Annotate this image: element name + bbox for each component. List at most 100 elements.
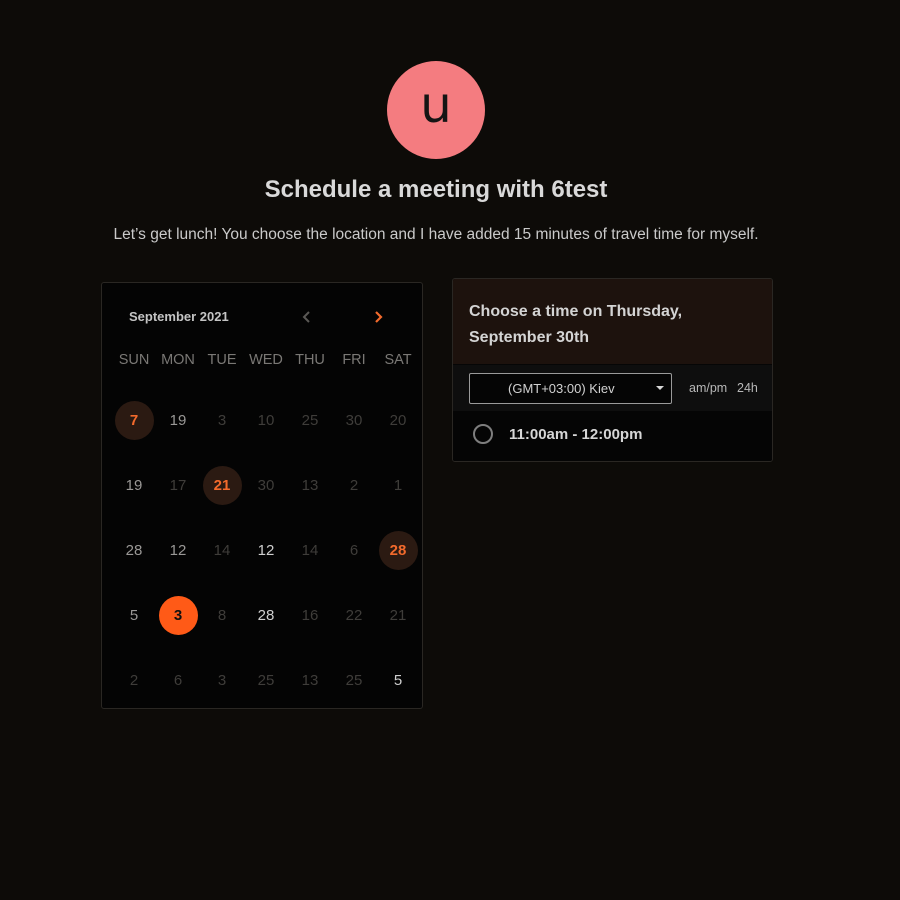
avatar: u (387, 61, 485, 159)
calendar-day: 25 (332, 648, 376, 713)
calendar-day-label: 7 (114, 401, 154, 440)
calendar-day-label: 28 (125, 542, 143, 559)
calendar-day-label: 25 (345, 672, 363, 689)
calendar-day-label: 21 (202, 466, 242, 505)
calendar-day-label: 17 (169, 477, 187, 494)
calendar-day[interactable]: 5 (376, 648, 420, 713)
calendar-day-label: 2 (349, 477, 359, 494)
caret-down-icon (656, 386, 664, 390)
chevron-left-icon (302, 311, 310, 323)
calendar-day: 30 (244, 453, 288, 518)
weekday-label: SUN (118, 352, 150, 368)
calendar-day[interactable]: 19 (156, 388, 200, 453)
calendar-day: 22 (332, 583, 376, 648)
timezone-select[interactable]: (GMT+03:00) Kiev (469, 373, 672, 404)
calendar-day-label: 1 (393, 477, 403, 494)
calendar-day-label: 16 (301, 607, 319, 624)
chevron-right-icon (375, 311, 383, 323)
calendar-day: 1 (376, 453, 420, 518)
calendar-day: 6 (156, 648, 200, 713)
calendar-day[interactable]: 19 (112, 453, 156, 518)
previous-month-button[interactable] (295, 305, 319, 329)
calendar-day[interactable]: 28 (112, 518, 156, 583)
weekday-label: WED (249, 352, 283, 368)
format-24h-toggle[interactable]: 24h (737, 381, 758, 395)
calendar-day-label: 6 (173, 672, 183, 689)
calendar-day-label: 21 (389, 607, 407, 624)
calendar-day[interactable]: 28 (244, 583, 288, 648)
calendar-day-label: 25 (257, 672, 275, 689)
calendar-day-label: 25 (301, 412, 319, 429)
calendar-day-selected[interactable]: 3 (156, 583, 200, 648)
calendar-day: 30 (332, 388, 376, 453)
radio-icon (473, 424, 493, 444)
calendar-month-label: September 2021 (129, 309, 229, 324)
calendar-day[interactable]: 21 (200, 453, 244, 518)
calendar-day: 21 (376, 583, 420, 648)
calendar-day-label: 19 (169, 412, 187, 429)
calendar-day-label: 14 (301, 542, 319, 559)
calendar-day[interactable]: 28 (376, 518, 420, 583)
calendar-day: 2 (112, 648, 156, 713)
calendar-day: 8 (200, 583, 244, 648)
meeting-description: Let’s get lunch! You choose the location… (113, 226, 759, 243)
calendar-day: 10 (244, 388, 288, 453)
calendar-day-label: 28 (378, 531, 418, 570)
weekday-label: TUE (207, 352, 237, 368)
time-picker-header: Choose a time on Thursday, September 30t… (453, 279, 772, 364)
weekday-label: MON (161, 352, 195, 368)
calendar-day-label: 30 (257, 477, 275, 494)
calendar-day[interactable]: 7 (112, 388, 156, 453)
weekday-label: THU (295, 352, 325, 368)
calendar-day-label: 3 (217, 672, 227, 689)
calendar-day: 25 (244, 648, 288, 713)
calendar-day-label: 28 (257, 607, 275, 624)
calendar-day: 13 (288, 453, 332, 518)
calendar-day-label: 5 (129, 607, 139, 624)
calendar-day: 17 (156, 453, 200, 518)
calendar-day: 14 (200, 518, 244, 583)
time-picker: Choose a time on Thursday, September 30t… (452, 278, 773, 462)
calendar-day-label: 6 (349, 542, 359, 559)
calendar-day-label: 30 (345, 412, 363, 429)
calendar-day: 25 (288, 388, 332, 453)
calendar-day-label: 5 (393, 672, 403, 689)
calendar-day-label: 10 (257, 412, 275, 429)
time-slot[interactable]: 11:00am - 12:00pm (453, 411, 772, 461)
calendar-day[interactable]: 12 (244, 518, 288, 583)
weekday-label: SAT (384, 352, 412, 368)
time-slot-label: 11:00am - 12:00pm (509, 426, 643, 443)
calendar-days-grid: 7 19 3 10 25 30 20 19 17 21 30 13 2 1 28 12 14 12 14 6 28 5 3 8… (112, 388, 422, 713)
calendar: September 2021 SUN MON TUE WED THU FRI SAT 7 19… (101, 282, 423, 709)
calendar-day-label: 22 (345, 607, 363, 624)
calendar-day-label: 13 (301, 477, 319, 494)
calendar-day[interactable]: 12 (156, 518, 200, 583)
page-title: Schedule a meeting with 6test (264, 176, 608, 203)
calendar-day-label: 8 (217, 607, 227, 624)
next-month-button[interactable] (366, 305, 390, 329)
calendar-day-label: 14 (213, 542, 231, 559)
calendar-day-label: 3 (217, 412, 227, 429)
calendar-day-label: 20 (389, 412, 407, 429)
calendar-day-label: 12 (257, 542, 275, 559)
calendar-day-label: 13 (301, 672, 319, 689)
timezone-row: (GMT+03:00) Kiev am/pm 24h (453, 365, 772, 411)
calendar-day: 20 (376, 388, 420, 453)
format-12h-toggle[interactable]: am/pm (689, 381, 727, 395)
calendar-day: 3 (200, 388, 244, 453)
calendar-day-label: 19 (125, 477, 143, 494)
calendar-day: 2 (332, 453, 376, 518)
calendar-day-label: 2 (129, 672, 139, 689)
timezone-value: (GMT+03:00) Kiev (508, 381, 615, 396)
calendar-day: 6 (332, 518, 376, 583)
calendar-day: 14 (288, 518, 332, 583)
calendar-day: 16 (288, 583, 332, 648)
time-picker-heading: Choose a time on Thursday, September 30t… (469, 303, 683, 346)
weekday-header: SUN MON TUE WED THU FRI SAT (112, 352, 422, 368)
calendar-day[interactable]: 5 (112, 583, 156, 648)
weekday-label: FRI (342, 352, 366, 368)
calendar-day: 13 (288, 648, 332, 713)
calendar-day-label: 12 (169, 542, 187, 559)
calendar-day-label: 3 (158, 596, 198, 635)
calendar-day: 3 (200, 648, 244, 713)
